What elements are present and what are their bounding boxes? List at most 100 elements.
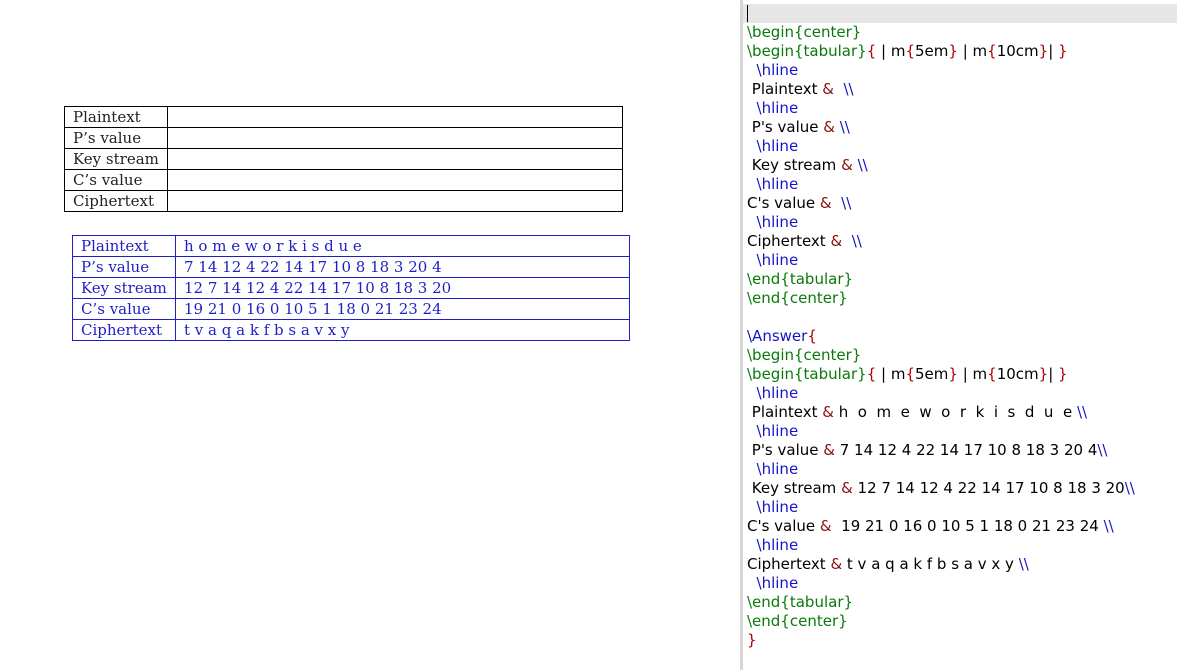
code-token: } — [1058, 365, 1068, 383]
code-token: \hline — [747, 422, 799, 440]
code-token: \\ — [851, 232, 862, 250]
row-label: Plaintext — [64, 106, 168, 128]
source-editor[interactable]: \begin{center} \begin{tabular}{ | m{5em} … — [743, 0, 1177, 670]
code-token: } — [1058, 42, 1068, 60]
code-token: | m — [876, 365, 906, 383]
code-token: C's value — [747, 194, 820, 212]
code-line[interactable]: \end{tabular} — [747, 593, 1135, 612]
answer-table: Plaintext h o m e w o r k i s d u e P’s v… — [72, 235, 630, 341]
code-token: & — [819, 517, 832, 535]
code-token: \\ — [1076, 403, 1088, 421]
code-token: & — [841, 479, 853, 497]
code-token: P's value — [747, 441, 824, 459]
code-token: Ciphertext — [747, 555, 831, 573]
code-token: Plaintext — [747, 403, 823, 421]
table-row: Ciphertext — [64, 190, 623, 212]
code-token: \\ — [1124, 479, 1135, 497]
code-line[interactable]: \hline — [747, 175, 1135, 194]
code-token: \hline — [747, 384, 799, 402]
code-token: \end{tabular} — [747, 593, 854, 611]
row-value: 7 14 12 4 22 14 17 10 8 18 3 20 4 — [175, 256, 630, 278]
code-line[interactable]: \hline — [747, 498, 1135, 517]
code-token: 5em — [915, 42, 949, 60]
code-line[interactable]: \hline — [747, 536, 1135, 555]
code-line[interactable]: \hline — [747, 213, 1135, 232]
code-token: \hline — [747, 175, 799, 193]
code-line[interactable]: \end{center} — [747, 612, 1135, 631]
row-label: Ciphertext — [72, 319, 176, 341]
editor-lines[interactable]: \begin{center} \begin{tabular}{ | m{5em} … — [747, 23, 1135, 650]
code-token: \begin{tabular} — [747, 365, 867, 383]
code-line[interactable]: \begin{center} — [747, 346, 1135, 365]
pdf-preview-pane: Plaintext P’s value Key stream C’s value… — [0, 0, 740, 670]
code-token: C's value — [747, 517, 820, 535]
code-token: \hline — [747, 498, 799, 516]
code-line[interactable] — [747, 308, 1135, 327]
code-line[interactable]: Plaintext & h o m e w o r k i s d u e \\ — [747, 403, 1135, 422]
code-token: & — [841, 156, 853, 174]
code-line[interactable]: \hline — [747, 574, 1135, 593]
code-line[interactable]: P's value & \\ — [747, 118, 1135, 137]
code-line[interactable]: Ciphertext & \\ — [747, 232, 1135, 251]
code-token: { — [905, 365, 916, 383]
code-token: \hline — [747, 99, 799, 117]
code-line[interactable]: \hline — [747, 251, 1135, 270]
code-line[interactable]: \hline — [747, 137, 1135, 156]
code-token: \hline — [747, 61, 799, 79]
code-line[interactable]: Key stream & 12 7 14 12 4 22 14 17 10 8 … — [747, 479, 1135, 498]
code-token: t v a q a k f b s a v x y — [842, 555, 1019, 573]
code-token: { — [866, 365, 877, 383]
code-token: 12 7 14 12 4 22 14 17 10 8 18 3 20 — [852, 479, 1125, 497]
table-row: Ciphertext t v a q a k f b s a v x y — [72, 319, 630, 341]
code-line[interactable]: \begin{tabular}{ | m{5em} | m{10cm}| } — [747, 365, 1135, 384]
text-caret — [747, 5, 748, 22]
code-line[interactable]: \end{tabular} — [747, 270, 1135, 289]
code-token: | m — [876, 42, 906, 60]
row-label: Key stream — [72, 277, 176, 299]
row-value: t v a q a k f b s a v x y — [175, 319, 630, 341]
table-row: P’s value — [64, 127, 623, 149]
code-line[interactable]: \hline — [747, 61, 1135, 80]
row-label: Plaintext — [72, 235, 176, 257]
row-value: h o m e w o r k i s d u e — [175, 235, 630, 257]
code-token: Plaintext — [747, 80, 823, 98]
code-token: & — [819, 194, 832, 212]
code-token: { — [987, 42, 997, 60]
code-token: \hline — [747, 251, 799, 269]
row-value — [167, 169, 623, 191]
question-table: Plaintext P’s value Key stream C’s value… — [64, 106, 623, 212]
code-line[interactable]: C's value & \\ — [747, 194, 1135, 213]
code-token: \end{center} — [747, 612, 848, 630]
code-line[interactable]: } — [747, 631, 1135, 650]
code-token: \begin{tabular} — [747, 42, 867, 60]
code-token: \hline — [747, 574, 799, 592]
code-line[interactable]: \Answer{ — [747, 327, 1135, 346]
code-line[interactable]: Ciphertext & t v a q a k f b s a v x y \… — [747, 555, 1135, 574]
code-token: Key stream — [747, 479, 842, 497]
row-value — [167, 190, 623, 212]
code-line[interactable]: \hline — [747, 422, 1135, 441]
row-label: C’s value — [72, 298, 176, 320]
table-row: Plaintext — [64, 106, 623, 128]
code-line[interactable]: \begin{center} — [747, 23, 1135, 42]
row-label: Ciphertext — [64, 190, 168, 212]
code-line[interactable]: \begin{tabular}{ | m{5em} | m{10cm}| } — [747, 42, 1135, 61]
code-line[interactable]: Key stream & \\ — [747, 156, 1135, 175]
row-label: Key stream — [64, 148, 168, 170]
code-line[interactable]: \hline — [747, 460, 1135, 479]
code-line[interactable]: P's value & 7 14 12 4 22 14 17 10 8 18 3… — [747, 441, 1135, 460]
code-token: } — [1038, 42, 1049, 60]
code-token: & — [822, 403, 834, 421]
code-token: 10cm — [996, 42, 1039, 60]
table-row: P’s value 7 14 12 4 22 14 17 10 8 18 3 20… — [72, 256, 630, 278]
table-row: Key stream 12 7 14 12 4 22 14 17 10 8 18 … — [72, 277, 630, 299]
code-line[interactable]: \hline — [747, 384, 1135, 403]
code-line[interactable]: \hline — [747, 99, 1135, 118]
code-line[interactable]: Plaintext & \\ — [747, 80, 1135, 99]
code-token: \end{center} — [747, 289, 848, 307]
code-token: 7 14 12 4 22 14 17 10 8 18 3 20 4 — [834, 441, 1098, 459]
code-line[interactable]: \end{center} — [747, 289, 1135, 308]
code-line[interactable]: C's value & 19 21 0 16 0 10 5 1 18 0 21 … — [747, 517, 1135, 536]
code-token: } — [747, 631, 757, 649]
